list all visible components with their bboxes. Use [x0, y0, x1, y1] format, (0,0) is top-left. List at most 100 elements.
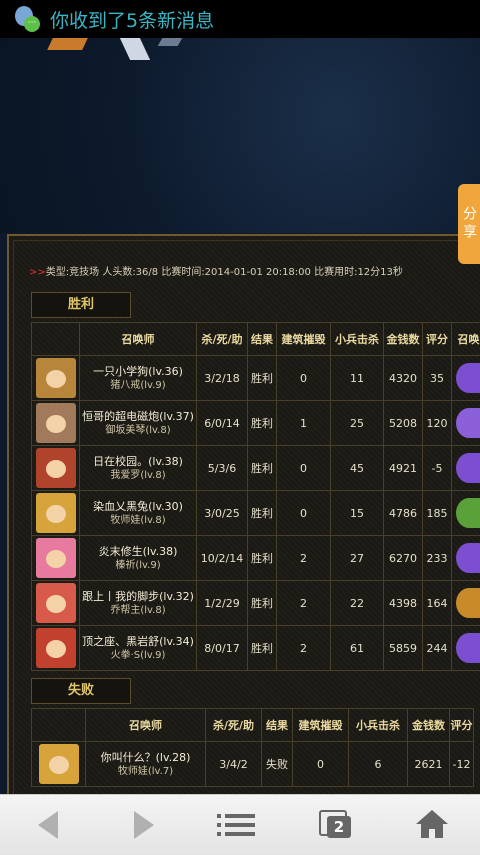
summoner-name[interactable]: 恒哥的超电磁炮(lv.37): [80, 410, 196, 424]
bottom-nav-bar: 2: [0, 794, 480, 855]
menu-button[interactable]: [210, 800, 270, 850]
player-row[interactable]: 染血乂黑兔(lv.30)牧师娃(lv.8)3/0/25胜利0154786185: [32, 491, 480, 536]
column-header: 结果: [262, 709, 293, 742]
kda-cell: 5/3/6: [197, 446, 248, 491]
kda-cell: 6/0/14: [197, 401, 248, 446]
item-icon: [456, 453, 480, 483]
home-button[interactable]: [402, 800, 462, 850]
column-header: 召唤: [452, 323, 480, 356]
result-cell: 胜利: [248, 536, 277, 581]
minions-cell: 22: [331, 581, 384, 626]
avatar-cell: [32, 581, 80, 626]
match-panel: >>类型:竞技场 人头数:36/8 比赛时间:2014-01-01 20:18:…: [7, 234, 480, 804]
player-avatar[interactable]: [36, 448, 76, 488]
item-cell: [452, 581, 480, 626]
player-avatar[interactable]: [36, 628, 76, 668]
tabs-icon: 2: [319, 810, 353, 840]
summoner-name[interactable]: 你叫什么？(lv.28): [86, 751, 205, 765]
player-avatar[interactable]: [39, 744, 79, 784]
avatar-cell: [32, 446, 80, 491]
minions-cell: 27: [331, 536, 384, 581]
buildings-cell: 2: [277, 536, 331, 581]
item-cell: [452, 356, 480, 401]
player-row[interactable]: 炎末修生(lv.38)榛祈(lv.9)10/2/14胜利2276270233: [32, 536, 480, 581]
result-cell: 失败: [262, 742, 293, 787]
forward-button[interactable]: [114, 800, 174, 850]
back-button[interactable]: [18, 800, 78, 850]
item-cell: [452, 491, 480, 536]
summoner-cell: 染血乂黑兔(lv.30)牧师娃(lv.8): [80, 491, 197, 536]
avatar-cell: [32, 356, 80, 401]
score-cell: 233: [423, 536, 452, 581]
minions-cell: 45: [331, 446, 384, 491]
hero-artwork: [0, 38, 480, 233]
match-info: >>类型:竞技场 人头数:36/8 比赛时间:2014-01-01 20:18:…: [29, 263, 403, 278]
summoner-cell: 炎末修生(lv.38)榛祈(lv.9): [80, 536, 197, 581]
gold-cell: 5859: [384, 626, 423, 671]
avatar-cell: [32, 491, 80, 536]
summoner-cell: 恒哥的超电磁炮(lv.37)御坂美琴(lv.8): [80, 401, 197, 446]
summoner-name[interactable]: 日在校园。(lv.38): [80, 455, 196, 469]
gold-cell: 4320: [384, 356, 423, 401]
status-bar: ··· 你收到了5条新消息: [0, 0, 480, 38]
column-header: 金钱数: [384, 323, 423, 356]
minions-cell: 11: [331, 356, 384, 401]
gold-cell: 4921: [384, 446, 423, 491]
minions-cell: 15: [331, 491, 384, 536]
item-icon: [456, 633, 480, 663]
minions-cell: 25: [331, 401, 384, 446]
summoner-cell: 顶之座、黑岩舒(lv.34)火拳·S(lv.9): [80, 626, 197, 671]
score-cell: -12: [450, 742, 474, 787]
column-header: 金钱数: [408, 709, 450, 742]
gold-cell: 5208: [384, 401, 423, 446]
menu-icon: [225, 809, 255, 841]
column-header: 建筑摧毁: [277, 323, 331, 356]
tabs-button[interactable]: 2: [306, 800, 366, 850]
result-cell: 胜利: [248, 491, 277, 536]
player-avatar[interactable]: [36, 583, 76, 623]
avatar-cell: [32, 742, 86, 787]
column-header: 杀/死/助: [197, 323, 248, 356]
column-header: [32, 709, 86, 742]
player-row[interactable]: 日在校园。(lv.38)我爱罗(lv.8)5/3/6胜利0454921-5: [32, 446, 480, 491]
player-row[interactable]: 恒哥的超电磁炮(lv.37)御坂美琴(lv.8)6/0/14胜利12552081…: [32, 401, 480, 446]
summoner-cell: 你叫什么？(lv.28)牧师娃(lv.7): [86, 742, 206, 787]
defeat-table: 召唤师杀/死/助结果建筑摧毁小兵击杀金钱数评分 你叫什么？(lv.28)牧师娃(…: [31, 708, 474, 787]
buildings-cell: 2: [277, 581, 331, 626]
buildings-cell: 2: [277, 626, 331, 671]
share-button[interactable]: 分享: [458, 184, 480, 264]
player-row[interactable]: 顶之座、黑岩舒(lv.34)火拳·S(lv.9)8/0/17胜利26158592…: [32, 626, 480, 671]
match-info-text: 类型:竞技场 人头数:36/8 比赛时间:2014-01-01 20:18:00…: [46, 267, 403, 278]
avatar-cell: [32, 401, 80, 446]
player-avatar[interactable]: [36, 358, 76, 398]
item-icon: [456, 543, 480, 573]
summoner-name[interactable]: 一只小学狗(lv.36): [80, 365, 196, 379]
player-avatar[interactable]: [36, 493, 76, 533]
kda-cell: 3/2/18: [197, 356, 248, 401]
summoner-name[interactable]: 炎末修生(lv.38): [80, 545, 196, 559]
score-cell: 244: [423, 626, 452, 671]
column-header: 结果: [248, 323, 277, 356]
player-row[interactable]: 跟上丨我的脚步(lv.32)乔帮主(lv.8)1/2/29胜利222439816…: [32, 581, 480, 626]
column-header: 召唤师: [86, 709, 206, 742]
buildings-cell: 0: [277, 356, 331, 401]
player-avatar[interactable]: [36, 538, 76, 578]
notification-text[interactable]: 你收到了5条新消息: [50, 6, 214, 33]
summoner-cell: 日在校园。(lv.38)我爱罗(lv.8): [80, 446, 197, 491]
summoner-name[interactable]: 跟上丨我的脚步(lv.32): [80, 590, 196, 604]
item-cell: [452, 446, 480, 491]
player-avatar[interactable]: [36, 403, 76, 443]
player-row[interactable]: 你叫什么？(lv.28)牧师娃(lv.7)3/4/2失败062621-12: [32, 742, 474, 787]
score-cell: 120: [423, 401, 452, 446]
summoner-name[interactable]: 染血乂黑兔(lv.30): [80, 500, 196, 514]
player-row[interactable]: 一只小学狗(lv.36)猪八戒(lv.9)3/2/18胜利011432035: [32, 356, 480, 401]
gold-cell: 6270: [384, 536, 423, 581]
summoner-name[interactable]: 顶之座、黑岩舒(lv.34): [80, 635, 196, 649]
kda-cell: 1/2/29: [197, 581, 248, 626]
score-cell: -5: [423, 446, 452, 491]
summoner-cell: 一只小学狗(lv.36)猪八戒(lv.9): [80, 356, 197, 401]
kda-cell: 3/4/2: [206, 742, 262, 787]
column-header: 杀/死/助: [206, 709, 262, 742]
defeat-label: 失败: [31, 678, 131, 704]
result-cell: 胜利: [248, 626, 277, 671]
